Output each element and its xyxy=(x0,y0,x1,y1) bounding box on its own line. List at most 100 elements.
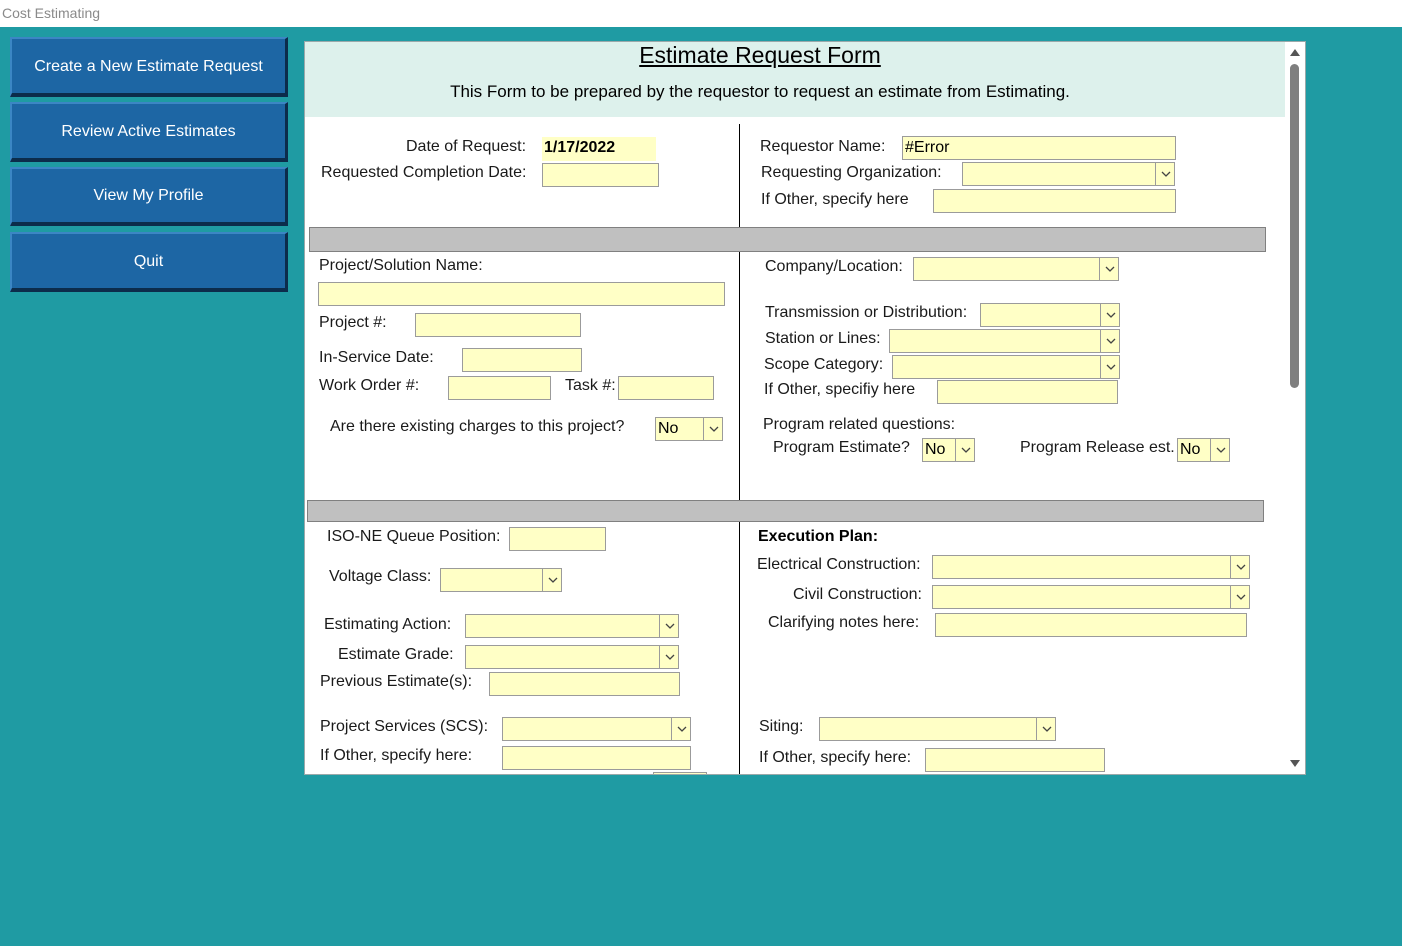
in-service-date-field[interactable] xyxy=(462,348,582,372)
voltage-class-value xyxy=(440,568,542,592)
view-my-profile-label: View My Profile xyxy=(93,187,204,204)
estimate-grade-label: Estimate Grade: xyxy=(338,646,454,663)
quit-label: Quit xyxy=(133,253,164,270)
program-release-dropdown[interactable]: No xyxy=(1177,438,1230,462)
siting-other-label: If Other, specify here: xyxy=(759,749,912,766)
project-number-label: Project #: xyxy=(319,314,387,331)
siting-label: Siting: xyxy=(759,718,804,735)
scrollbar-thumb[interactable] xyxy=(1290,64,1299,388)
chevron-down-icon[interactable] xyxy=(1155,162,1175,186)
chevron-down-icon[interactable] xyxy=(703,417,723,441)
chevron-down-icon[interactable] xyxy=(1100,355,1120,379)
section-separator-2 xyxy=(307,500,1264,522)
iso-queue-label: ISO-NE Queue Position: xyxy=(327,528,501,545)
task-label: Task #: xyxy=(565,377,616,394)
estimating-action-dropdown[interactable] xyxy=(465,614,679,638)
iso-queue-field[interactable] xyxy=(509,527,606,551)
chevron-down-icon[interactable] xyxy=(1230,585,1250,609)
previous-estimates-field[interactable] xyxy=(489,672,680,696)
program-release-value: No xyxy=(1177,438,1210,462)
requesting-org-other-field[interactable] xyxy=(933,189,1176,213)
view-my-profile-button[interactable]: View My Profile xyxy=(10,167,288,226)
civil-construction-label: Civil Construction: xyxy=(793,586,922,603)
section-separator-1 xyxy=(309,227,1266,252)
requested-completion-date-field[interactable] xyxy=(542,163,659,187)
review-active-estimates-button[interactable]: Review Active Estimates xyxy=(10,102,288,162)
form-header: Estimate Request Form This Form to be pr… xyxy=(305,42,1285,117)
siting-dropdown[interactable] xyxy=(819,717,1056,741)
civil-construction-value xyxy=(932,585,1230,609)
clarifying-notes-field[interactable] xyxy=(935,613,1247,637)
station-lines-label: Station or Lines: xyxy=(765,330,881,347)
voltage-class-dropdown[interactable] xyxy=(440,568,562,592)
project-name-field[interactable] xyxy=(318,282,725,306)
estimate-request-form: Estimate Request Form This Form to be pr… xyxy=(304,41,1306,775)
chevron-down-icon[interactable] xyxy=(1100,329,1120,353)
chevron-down-icon[interactable] xyxy=(1210,438,1230,462)
form-title: Estimate Request Form xyxy=(639,42,881,68)
create-new-estimate-label: Create a New Estimate Request xyxy=(34,58,263,75)
task-field[interactable] xyxy=(618,376,714,400)
date-of-request-label: Date of Request: xyxy=(406,138,527,155)
estimating-action-label: Estimating Action: xyxy=(324,616,452,633)
existing-charges-dropdown[interactable]: No xyxy=(655,417,723,441)
company-location-dropdown[interactable] xyxy=(913,257,1119,281)
company-location-value xyxy=(913,257,1099,281)
existing-charges-label: Are there existing charges to this proje… xyxy=(330,418,625,435)
project-services-other-field[interactable] xyxy=(502,746,691,770)
estimate-grade-dropdown[interactable] xyxy=(465,645,679,669)
electrical-construction-value xyxy=(932,555,1230,579)
project-services-dropdown[interactable] xyxy=(502,717,691,741)
chevron-down-icon[interactable] xyxy=(659,614,679,638)
chevron-down-icon[interactable] xyxy=(955,438,975,462)
project-services-value xyxy=(502,717,671,741)
chevron-down-icon[interactable] xyxy=(542,568,562,592)
project-number-field[interactable] xyxy=(415,313,581,337)
chevron-down-icon[interactable] xyxy=(659,645,679,669)
program-estimate-label: Program Estimate? xyxy=(773,439,910,456)
vertical-scrollbar[interactable] xyxy=(1285,42,1305,774)
work-order-field[interactable] xyxy=(448,376,551,400)
create-new-estimate-button[interactable]: Create a New Estimate Request xyxy=(10,37,288,97)
requestor-name-field[interactable]: #Error xyxy=(902,136,1176,160)
work-order-label: Work Order #: xyxy=(319,377,420,394)
scope-other-label: If Other, specifiy here xyxy=(764,381,916,398)
column-divider-top xyxy=(739,124,740,227)
partial-field-below[interactable] xyxy=(653,772,707,774)
clarifying-notes-label: Clarifying notes here: xyxy=(768,614,920,631)
transmission-distribution-label: Transmission or Distribution: xyxy=(765,304,968,321)
scope-category-label: Scope Category: xyxy=(764,356,884,373)
chevron-down-icon[interactable] xyxy=(1230,555,1250,579)
triangle-up-icon[interactable] xyxy=(1289,48,1301,57)
requesting-org-other-label: If Other, specify here xyxy=(761,191,909,208)
requesting-organization-label: Requesting Organization: xyxy=(761,164,942,181)
scope-other-field[interactable] xyxy=(937,380,1118,404)
civil-construction-dropdown[interactable] xyxy=(932,585,1250,609)
triangle-down-icon[interactable] xyxy=(1289,759,1301,768)
column-divider-bottom xyxy=(739,522,740,774)
requesting-organization-dropdown[interactable] xyxy=(962,162,1175,186)
previous-estimates-label: Previous Estimate(s): xyxy=(320,673,473,690)
requested-completion-date-label: Requested Completion Date: xyxy=(321,164,527,181)
electrical-construction-dropdown[interactable] xyxy=(932,555,1250,579)
scope-category-dropdown[interactable] xyxy=(892,355,1120,379)
station-lines-dropdown[interactable] xyxy=(889,329,1120,353)
date-of-request-field[interactable]: 1/17/2022 xyxy=(542,137,656,161)
estimating-action-value xyxy=(465,614,659,638)
requesting-organization-value xyxy=(962,162,1155,186)
transmission-distribution-dropdown[interactable] xyxy=(980,303,1120,327)
project-services-label: Project Services (SCS): xyxy=(320,718,489,735)
chevron-down-icon[interactable] xyxy=(1100,303,1120,327)
chevron-down-icon[interactable] xyxy=(671,717,691,741)
station-lines-value xyxy=(889,329,1100,353)
chevron-down-icon[interactable] xyxy=(1099,257,1119,281)
quit-button[interactable]: Quit xyxy=(10,232,288,292)
chevron-down-icon[interactable] xyxy=(1036,717,1056,741)
siting-other-field[interactable] xyxy=(925,748,1105,772)
title-bar: Cost Estimating xyxy=(0,0,1402,27)
column-divider-middle xyxy=(739,250,740,500)
program-estimate-dropdown[interactable]: No xyxy=(922,438,975,462)
program-release-label: Program Release est. xyxy=(1020,439,1175,456)
project-services-other-label: If Other, specify here: xyxy=(320,747,473,764)
execution-plan-label: Execution Plan: xyxy=(758,528,879,545)
